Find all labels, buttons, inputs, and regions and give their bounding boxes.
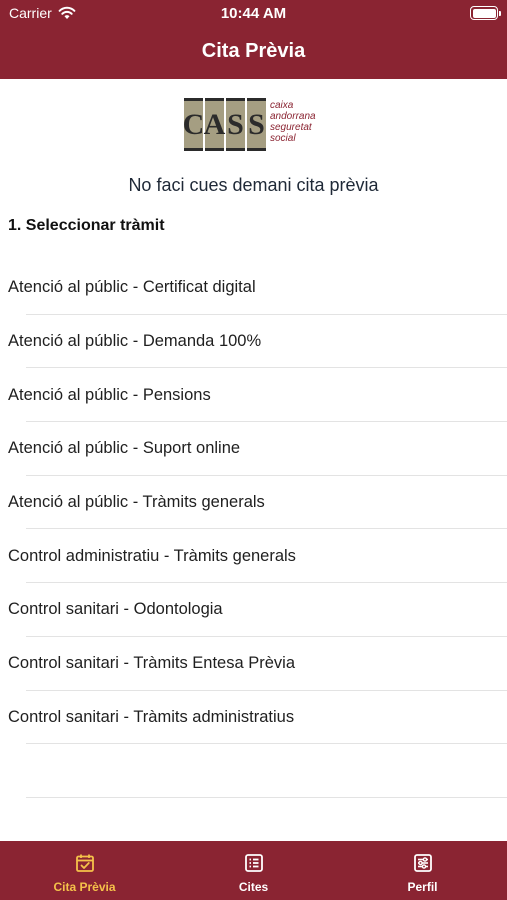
list-item[interactable]: Atenció al públic - Certificat digital [0,261,507,315]
list-item[interactable]: Control sanitari - Tràmits Entesa Prèvia [0,637,507,691]
list-item-label: Control sanitari - Tràmits administratiu… [8,707,295,726]
logo-letter: C [183,98,204,151]
calendar-check-icon [75,854,94,872]
cass-logo: C A S S caixa andorrana seguretat social [183,98,334,153]
list-item-label: Atenció al públic - Demanda 100% [8,332,262,351]
tab-label: Cita Prèvia [53,880,116,894]
list-item[interactable]: Atenció al públic - Demanda 100% [0,315,507,369]
tab-bar: Cita Prèvia Cites Perfil [0,841,507,900]
list-item[interactable]: Control sanitari - Odontologia [0,583,507,637]
tab-perfil[interactable]: Perfil [338,841,507,900]
headline: No faci cues demani cita prèvia [128,175,379,195]
list-item[interactable]: Control sanitari - Tràmits administratiu… [0,691,507,745]
logo-text-line: social [270,133,296,144]
section-title: 1. Seleccionar tràmit [8,217,165,234]
tab-cites[interactable]: Cites [169,841,338,900]
list-item[interactable]: Control administratiu - Tràmits generals [0,529,507,583]
status-time: 10:44 AM [220,5,287,22]
list-item-label: Control sanitari - Odontologia [8,600,223,619]
list-item-label: Atenció al públic - Tràmits generals [8,493,265,512]
battery-tip [499,10,501,16]
nav-title: Cita Prèvia [201,40,306,62]
logo-text-line: andorrana [270,111,316,122]
list-item-label: Atenció al públic - Certificat digital [8,278,256,297]
list-item-label: Atenció al públic - Pensions [8,385,211,404]
logo-letter: S [226,98,245,151]
procedure-list: Atenció al públic - Certificat digital A… [0,261,507,798]
list-icon [244,854,263,872]
list-item[interactable]: Atenció al públic - Tràmits generals [0,476,507,530]
logo-text-line: caixa [270,100,294,111]
tab-label: Cites [238,880,269,894]
empty-row [0,744,507,798]
logo-letters: C A S S [183,98,266,151]
battery-level [472,8,496,18]
logo-letter: A [204,98,225,151]
logo-letter: S [247,98,266,151]
list-item[interactable]: Atenció al públic - Pensions [0,368,507,422]
status-bar: Carrier 10:44 AM [0,0,507,28]
logo-text-line: seguretat [270,122,312,133]
logo-text: caixa andorrana seguretat social [270,100,316,144]
tab-cita-previa[interactable]: Cita Prèvia [0,841,169,900]
sliders-icon [413,854,432,872]
list-item-label: Atenció al públic - Suport online [8,439,241,458]
top-header: Carrier 10:44 AM Cita Prèvia [0,0,507,79]
list-item-label: Control administratiu - Tràmits generals [8,546,296,565]
list-item-label: Control sanitari - Tràmits Entesa Prèvia [8,654,296,673]
battery-icon [470,6,501,20]
tab-label: Perfil [407,880,438,894]
list-item[interactable]: Atenció al públic - Suport online [0,422,507,476]
